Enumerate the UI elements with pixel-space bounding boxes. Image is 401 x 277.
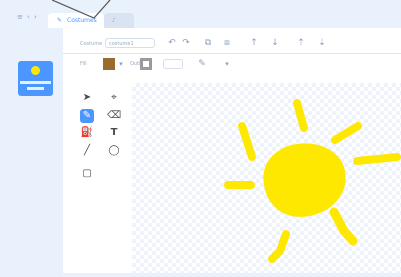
redo-icon[interactable]: ↷ — [181, 38, 191, 48]
reshape-tool[interactable]: ⌖ — [107, 91, 121, 105]
backward-icon[interactable]: ↓ — [270, 38, 280, 48]
ungroup-icon[interactable]: ⧈ — [222, 38, 232, 48]
sun-body — [263, 143, 346, 217]
brush-tool[interactable]: ✎ — [80, 109, 94, 123]
sun-ray — [329, 207, 358, 246]
chevron-left-icon[interactable]: ‹ — [27, 13, 30, 21]
brush-icon: ✎ — [82, 110, 92, 121]
arrow-select-icon: ➤ — [82, 92, 92, 103]
line-icon: ╱ — [83, 145, 91, 156]
menu-icon[interactable]: ≡ — [17, 13, 23, 21]
chevron-down-icon-2[interactable]: ▾ — [222, 59, 232, 69]
costume-thumbnail[interactable]: sun — [18, 61, 53, 96]
text-icon: T — [110, 127, 118, 138]
thumb-caption-line — [20, 81, 51, 84]
sound-icon: ♪ — [112, 17, 116, 24]
sun-drawing — [224, 99, 401, 263]
toolbar-divider — [63, 53, 401, 54]
rectangle-tool[interactable]: ▢ — [80, 167, 94, 181]
sun-ray — [238, 122, 256, 161]
line-tool[interactable]: ╱ — [80, 144, 94, 158]
sun-ray — [293, 99, 308, 132]
text-tool[interactable]: T — [107, 126, 121, 140]
sun-icon — [31, 66, 40, 75]
outline-width-input[interactable] — [163, 59, 183, 69]
rectangle-icon: ▢ — [82, 168, 92, 179]
costume-list: sun — [0, 28, 63, 273]
reshape-icon: ⌖ — [111, 92, 117, 103]
sun-ray — [331, 122, 362, 144]
select-tool[interactable]: ➤ — [80, 91, 94, 105]
circle-tool[interactable]: ◯ — [107, 144, 121, 158]
fill-label: Fill — [80, 61, 87, 67]
fill-tool[interactable]: ⛽ — [80, 126, 94, 140]
costume-name-label: Costume — [80, 41, 103, 47]
brush-size-icon[interactable]: ✎ — [197, 59, 207, 69]
fill-color-swatch[interactable] — [103, 58, 115, 70]
sun-ray — [353, 153, 401, 165]
back-icon[interactable]: ⇣ — [317, 38, 327, 48]
chevron-down-icon[interactable]: ▾ — [116, 59, 126, 69]
costume-name-input[interactable]: costume1 — [105, 38, 155, 48]
circle-icon: ◯ — [108, 145, 120, 156]
costume-name-value: costume1 — [109, 41, 134, 47]
eraser-tool[interactable]: ⌫ — [107, 109, 121, 123]
forward-icon[interactable]: ↑ — [249, 38, 259, 48]
group-icon[interactable]: ⧉ — [203, 38, 213, 48]
eraser-icon: ⌫ — [107, 110, 122, 121]
sun-ray — [268, 230, 290, 263]
bucket-icon: ⛽ — [80, 127, 94, 138]
top-bar: ≡ ‹ › ✎ Costumes ♪ — [0, 0, 401, 28]
chevron-right-icon[interactable]: › — [34, 13, 37, 21]
front-icon[interactable]: ⇡ — [296, 38, 306, 48]
toolbar-row-2: Fill ▾ Outline ✎ ▾ — [63, 55, 401, 77]
outline-color-swatch[interactable] — [140, 58, 152, 70]
paint-canvas[interactable] — [132, 83, 401, 273]
undo-icon[interactable]: ↶ — [167, 38, 177, 48]
pointer-overlay — [52, 0, 111, 19]
thumb-caption-line-2 — [27, 87, 44, 90]
